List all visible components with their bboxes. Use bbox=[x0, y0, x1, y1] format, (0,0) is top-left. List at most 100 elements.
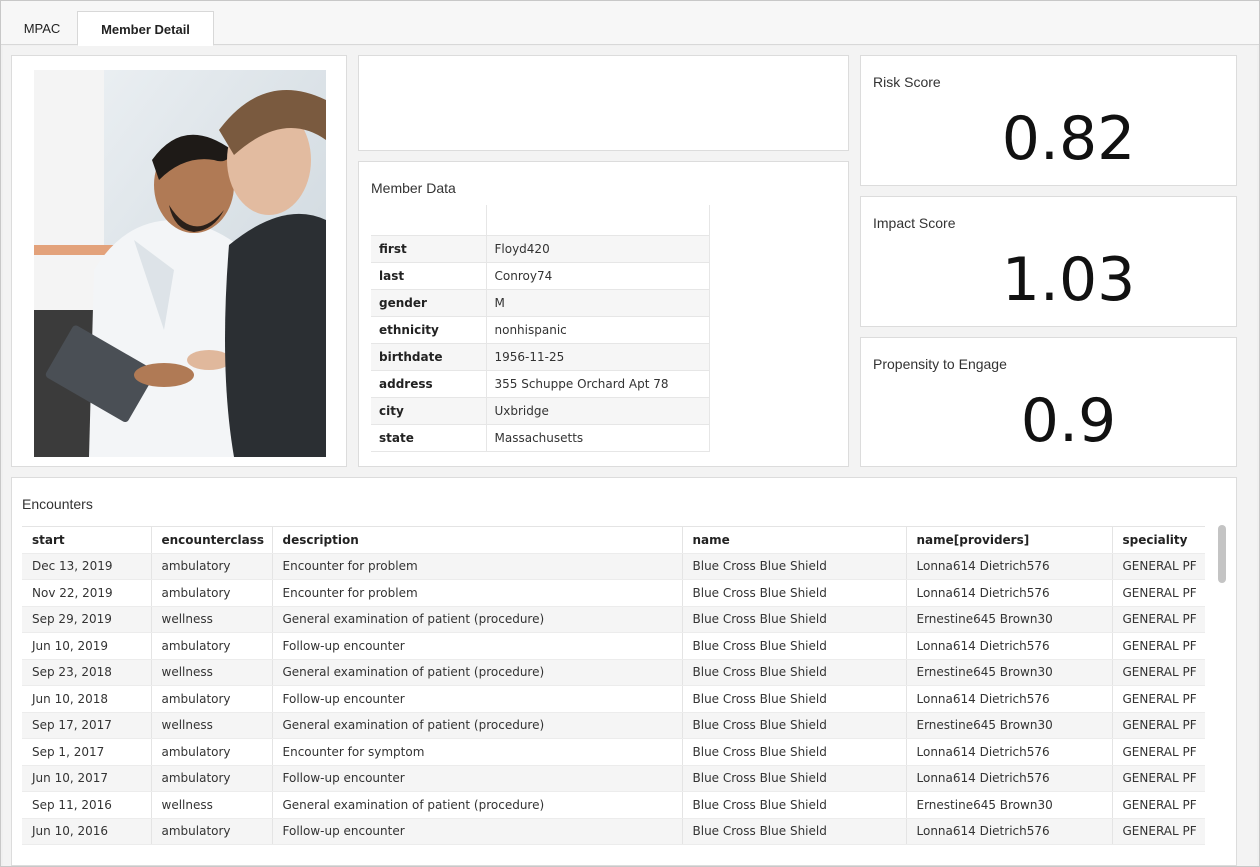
column-header[interactable]: name[providers] bbox=[906, 526, 1113, 554]
member-value: Massachusetts bbox=[486, 424, 710, 452]
table-cell: Blue Cross Blue Shield bbox=[682, 606, 907, 633]
column-header[interactable]: name bbox=[682, 526, 907, 554]
member-row: birthdate 1956-11-25 bbox=[371, 343, 710, 371]
table-cell: GENERAL PF bbox=[1112, 712, 1205, 739]
table-cell: ambulatory bbox=[151, 818, 273, 845]
encounters-table-scroll[interactable]: start encounterclass description name name[p… bbox=[22, 526, 1205, 867]
table-cell: Blue Cross Blue Shield bbox=[682, 659, 907, 686]
table-cell: Sep 11, 2016 bbox=[22, 791, 152, 819]
table-cell: ambulatory bbox=[151, 579, 273, 607]
table-cell: General examination of patient (procedur… bbox=[272, 712, 683, 739]
table-row[interactable]: Jun 10, 2018 ambulatory Follow-up encounte… bbox=[22, 685, 1205, 713]
table-cell: Sep 29, 2019 bbox=[22, 606, 152, 633]
table-cell: Blue Cross Blue Shield bbox=[682, 579, 907, 607]
member-data-panel: Member Data first Floyd420 last Conroy74 g… bbox=[358, 161, 849, 467]
column-header[interactable]: speciality bbox=[1112, 526, 1205, 554]
member-row: state Massachusetts bbox=[371, 424, 710, 452]
table-cell: Lonna614 Dietrich576 bbox=[906, 685, 1113, 713]
impact-score-value: 1.03 bbox=[1001, 245, 1136, 315]
table-cell: GENERAL PF bbox=[1112, 659, 1205, 686]
table-cell: Lonna614 Dietrich576 bbox=[906, 579, 1113, 607]
table-cell: Lonna614 Dietrich576 bbox=[906, 765, 1113, 792]
table-cell: Sep 1, 2017 bbox=[22, 738, 152, 766]
table-cell: Blue Cross Blue Shield bbox=[682, 738, 907, 766]
member-value: Uxbridge bbox=[486, 397, 710, 425]
member-photo-panel bbox=[11, 55, 347, 467]
risk-score-panel: Risk Score 0.82 bbox=[860, 55, 1237, 186]
table-cell: Jun 10, 2019 bbox=[22, 632, 152, 660]
member-value: Floyd420 bbox=[486, 235, 710, 263]
table-cell: ambulatory bbox=[151, 738, 273, 766]
table-cell: Ernestine645 Brown30 bbox=[906, 659, 1113, 686]
impact-score-panel: Impact Score 1.03 bbox=[860, 196, 1237, 327]
member-value: 1956-11-25 bbox=[486, 343, 710, 371]
table-cell: Blue Cross Blue Shield bbox=[682, 791, 907, 819]
encounters-body: Dec 13, 2019 ambulatory Encounter for prob… bbox=[22, 553, 1205, 845]
column-header[interactable]: start bbox=[22, 526, 152, 554]
table-cell: General examination of patient (procedur… bbox=[272, 659, 683, 686]
member-photo bbox=[34, 70, 326, 457]
impact-score-label: Impact Score bbox=[873, 215, 956, 231]
table-row[interactable]: Sep 29, 2019 wellness General examination … bbox=[22, 606, 1205, 633]
column-header[interactable]: description bbox=[272, 526, 683, 554]
encounters-title: Encounters bbox=[22, 496, 93, 512]
encounters-panel: Encounters start encounterclass descriptio… bbox=[11, 477, 1237, 866]
table-cell: Sep 17, 2017 bbox=[22, 712, 152, 739]
encounters-scrollbar[interactable] bbox=[1218, 525, 1226, 583]
table-row[interactable]: Dec 13, 2019 ambulatory Encounter for prob… bbox=[22, 553, 1205, 580]
member-value: 355 Schuppe Orchard Apt 78 bbox=[486, 370, 710, 398]
table-cell: wellness bbox=[151, 659, 273, 686]
table-cell: Nov 22, 2019 bbox=[22, 579, 152, 607]
tab-member-detail[interactable]: Member Detail bbox=[77, 11, 214, 46]
table-cell: GENERAL PF bbox=[1112, 818, 1205, 845]
table-cell: Ernestine645 Brown30 bbox=[906, 791, 1113, 819]
table-row[interactable]: Jun 10, 2017 ambulatory Follow-up encounte… bbox=[22, 765, 1205, 792]
member-row: address 355 Schuppe Orchard Apt 78 bbox=[371, 370, 710, 398]
table-cell: Dec 13, 2019 bbox=[22, 553, 152, 580]
table-cell: Blue Cross Blue Shield bbox=[682, 818, 907, 845]
table-cell: Follow-up encounter bbox=[272, 685, 683, 713]
column-header[interactable]: encounterclass bbox=[151, 526, 273, 554]
table-row[interactable]: Jun 10, 2019 ambulatory Follow-up encounte… bbox=[22, 632, 1205, 660]
member-key: birthdate bbox=[371, 343, 487, 371]
table-cell: GENERAL PF bbox=[1112, 579, 1205, 607]
table-cell: Blue Cross Blue Shield bbox=[682, 765, 907, 792]
table-row[interactable]: Sep 17, 2017 wellness General examination … bbox=[22, 712, 1205, 739]
table-row[interactable]: Nov 22, 2019 ambulatory Encounter for prob… bbox=[22, 579, 1205, 607]
member-key: gender bbox=[371, 289, 487, 317]
encounters-table: start encounterclass description name name[p… bbox=[22, 526, 1205, 845]
table-cell: General examination of patient (procedur… bbox=[272, 791, 683, 819]
member-row: first Floyd420 bbox=[371, 235, 710, 263]
table-row[interactable]: Sep 11, 2016 wellness General examination … bbox=[22, 791, 1205, 819]
table-cell: GENERAL PF bbox=[1112, 685, 1205, 713]
member-key: last bbox=[371, 262, 487, 290]
table-row[interactable]: Sep 23, 2018 wellness General examination … bbox=[22, 659, 1205, 686]
table-cell: Sep 23, 2018 bbox=[22, 659, 152, 686]
table-cell: Blue Cross Blue Shield bbox=[682, 685, 907, 713]
member-row: ethnicity nonhispanic bbox=[371, 316, 710, 344]
blank-panel bbox=[358, 55, 849, 151]
table-cell: Ernestine645 Brown30 bbox=[906, 712, 1113, 739]
table-cell: General examination of patient (procedur… bbox=[272, 606, 683, 633]
member-table-header bbox=[371, 205, 710, 236]
table-cell: Jun 10, 2017 bbox=[22, 765, 152, 792]
member-key: ethnicity bbox=[371, 316, 487, 344]
table-cell: Encounter for symptom bbox=[272, 738, 683, 766]
app-frame: MPAC Member Detail Member Data first Flo… bbox=[0, 0, 1260, 867]
table-row[interactable]: Jun 10, 2016 ambulatory Follow-up encounte… bbox=[22, 818, 1205, 845]
table-cell: Jun 10, 2018 bbox=[22, 685, 152, 713]
table-cell: ambulatory bbox=[151, 632, 273, 660]
table-cell: ambulatory bbox=[151, 553, 273, 580]
member-value: M bbox=[486, 289, 710, 317]
table-row[interactable]: Sep 1, 2017 ambulatory Encounter for sympt… bbox=[22, 738, 1205, 766]
tab-mpac[interactable]: MPAC bbox=[7, 11, 77, 46]
table-cell: GENERAL PF bbox=[1112, 606, 1205, 633]
table-cell: wellness bbox=[151, 791, 273, 819]
table-cell: Blue Cross Blue Shield bbox=[682, 632, 907, 660]
table-cell: Lonna614 Dietrich576 bbox=[906, 818, 1113, 845]
table-cell: GENERAL PF bbox=[1112, 791, 1205, 819]
tab-bar: MPAC Member Detail bbox=[1, 1, 1259, 46]
encounters-header-row: start encounterclass description name name[p… bbox=[22, 526, 1205, 554]
dashboard-canvas: Member Data first Floyd420 last Conroy74 g… bbox=[3, 46, 1257, 866]
propensity-value: 0.9 bbox=[1020, 386, 1117, 456]
